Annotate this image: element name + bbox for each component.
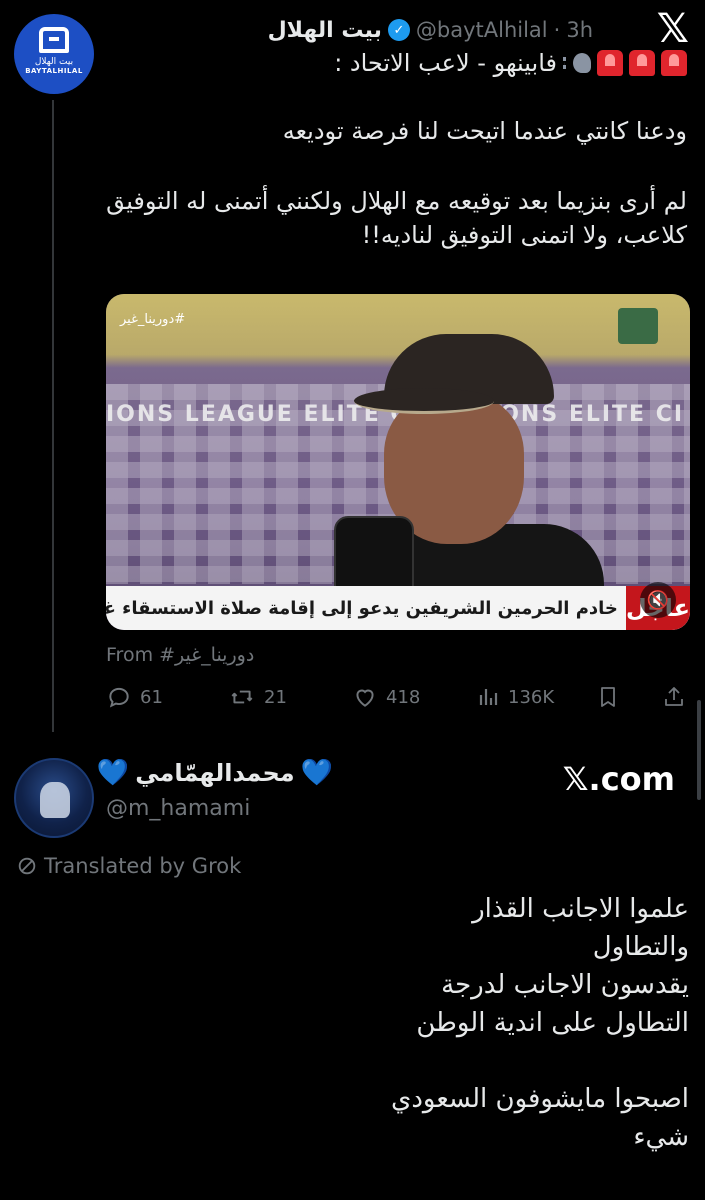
- timestamp[interactable]: 3h: [566, 18, 593, 42]
- author-name[interactable]: بيت الهلال: [268, 18, 382, 43]
- views-chart-icon: [479, 689, 498, 705]
- retweet-count: 21: [264, 686, 287, 708]
- horse-emblem-icon: [40, 782, 70, 818]
- reply-icon: [109, 687, 129, 708]
- avatar-text-ar: بيت الهلال: [34, 57, 74, 67]
- reply-button[interactable]: 61: [106, 684, 163, 710]
- tweet-text-para2: ودعنا كانتي عندما اتيحت لنا فرصة توديعه: [282, 117, 687, 145]
- tweet2-line: علموا الاجانب القذار: [472, 894, 689, 924]
- action-bar: 61 21 418 136K: [106, 684, 690, 716]
- media-source[interactable]: From #دورينا_غير: [106, 644, 254, 666]
- tweet2-line: يقدسون الاجانب لدرجة: [441, 970, 689, 1000]
- author-handle[interactable]: @m_hamami: [106, 796, 250, 821]
- blue-heart-icon: 💙: [300, 758, 333, 788]
- retweet-button[interactable]: 21: [228, 684, 287, 710]
- from-label: From: [106, 644, 154, 666]
- author-handle[interactable]: @baytAlhilal: [416, 18, 548, 42]
- house-logo-icon: [39, 27, 69, 53]
- para3-line1: لم أرى بنزيما بعد توقيعه مع الهلال ولكنن…: [106, 187, 687, 215]
- from-source[interactable]: #دورينا_غير: [159, 644, 254, 666]
- para3-line2: كلاعب، ولا اتمنى التوفيق لناديه!!: [361, 221, 687, 249]
- translated-by[interactable]: Translated by Grok: [16, 854, 241, 878]
- like-count: 418: [386, 686, 421, 708]
- avatar-baytalhilal[interactable]: بيت الهلال BAYTALHILAL: [14, 14, 94, 94]
- share-icon: [665, 687, 683, 706]
- video-media[interactable]: IONS LEAGUE ELITE CHAMPIONS ELITE CI #دو…: [106, 294, 690, 630]
- ticker-text: خادم الحرمين الشريفين يدعو إلى إقامة صلا…: [106, 597, 618, 619]
- like-button[interactable]: 418: [352, 684, 420, 710]
- share-button[interactable]: [662, 684, 686, 710]
- reply-count: 61: [140, 686, 163, 708]
- tweet2-line: اصبحوا مايشوفون السعودي: [390, 1084, 689, 1114]
- bookmark-button[interactable]: [596, 684, 620, 710]
- avatar-m-hamami[interactable]: [14, 758, 94, 838]
- translate-icon: [18, 857, 36, 875]
- mute-icon[interactable]: 🔇: [640, 582, 676, 618]
- tweet2-line: شيء: [633, 1122, 689, 1152]
- speaking-head-emoji-icon: [563, 51, 591, 75]
- views-count: 136K: [508, 686, 555, 708]
- retweet-icon: [231, 690, 253, 704]
- tweet-text-para3: لم أرى بنزيما بعد توقيعه مع الهلال ولكنن…: [106, 184, 687, 252]
- views-button[interactable]: 136K: [476, 684, 554, 710]
- author-name-row[interactable]: 💙 محمدالهمّامي 💙: [97, 758, 333, 788]
- verified-badge-icon: ✓: [387, 19, 410, 41]
- tweet2-blank-line: [391, 1042, 689, 1080]
- siren-emoji-icon: [661, 50, 687, 76]
- translated-label: Translated by Grok: [44, 854, 242, 878]
- news-ticker: خادم الحرمين الشريفين يدعو إلى إقامة صلا…: [106, 586, 690, 630]
- thread-line: [52, 100, 54, 732]
- tweet2-line: والتطاول: [592, 932, 689, 962]
- tweet-header: بيت الهلال ✓ @baytAlhilal · 3h: [268, 12, 593, 48]
- avatar-text-en: BAYTALHILAL: [25, 67, 83, 75]
- hashtag-overlay: #دورينا_غير: [120, 312, 186, 327]
- bookmark-icon: [601, 687, 615, 707]
- quote-attribution: فابينهو - لاعب الاتحاد :: [334, 49, 557, 77]
- channel-logo-icon: [618, 308, 658, 344]
- scrollbar[interactable]: [697, 700, 701, 800]
- siren-emoji-icon: [629, 50, 655, 76]
- author-name: محمدالهمّامي: [135, 759, 295, 787]
- tweet2-line: التطاول على اندية الوطن: [416, 1008, 689, 1038]
- blue-heart-icon: 💙: [96, 758, 130, 788]
- siren-emoji-icon: [597, 50, 623, 76]
- tweet-text-line1: فابينهو - لاعب الاتحاد :: [334, 46, 687, 80]
- site-label: 𝕏.com: [562, 760, 675, 798]
- separator-dot: ·: [553, 18, 561, 42]
- tweet2-text: علموا الاجانب القذار والتطاول يقدسون الا…: [391, 890, 689, 1156]
- heart-icon: [356, 689, 374, 707]
